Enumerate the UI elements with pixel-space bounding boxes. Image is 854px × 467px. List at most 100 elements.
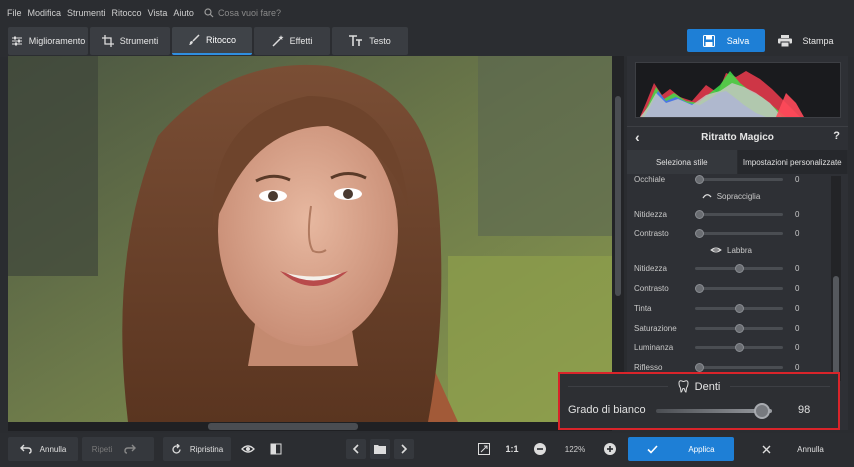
- actual-size-button[interactable]: 1:1: [500, 439, 524, 459]
- slider-row-nitidezza[interactable]: Nitidezza 0: [627, 261, 835, 275]
- slider-track[interactable]: [695, 342, 783, 352]
- compare-button[interactable]: [266, 439, 286, 459]
- next-image-button[interactable]: [394, 439, 414, 459]
- slider-value: 0: [795, 174, 800, 184]
- fit-screen-icon: [478, 443, 490, 455]
- panel-title: Ritratto Magico: [701, 132, 774, 143]
- slider-row-nitidezza[interactable]: Nitidezza 0: [627, 207, 835, 221]
- slider-row-luminanza[interactable]: Luminanza 0: [627, 340, 835, 354]
- compare-icon: [270, 443, 282, 455]
- check-icon: [647, 444, 658, 454]
- slider-knob[interactable]: [695, 209, 704, 219]
- slider-track[interactable]: [695, 209, 783, 219]
- tab-ritocco[interactable]: Ritocco: [172, 27, 252, 55]
- subtab-impostazioni-personalizzate[interactable]: Impostazioni personalizzate: [737, 150, 848, 174]
- slider-row-occhiale[interactable]: Occhiale 0: [627, 174, 835, 186]
- menu-modifica[interactable]: Modifica: [28, 8, 62, 18]
- section-label: Sopracciglia: [716, 191, 761, 201]
- scroll-thumb[interactable]: [615, 96, 621, 296]
- slider-track[interactable]: [695, 263, 783, 273]
- text-icon: [349, 35, 363, 46]
- slider-row-tinta[interactable]: Tinta 0: [627, 301, 835, 315]
- slider-knob[interactable]: [734, 342, 744, 352]
- undo-label: Annulla: [39, 444, 67, 454]
- slider-track[interactable]: [695, 174, 783, 184]
- slider-track[interactable]: [695, 283, 783, 293]
- slider-knob[interactable]: [754, 403, 770, 419]
- menu-bar: File Modifica Strumenti Ritocco Vista Ai…: [0, 0, 854, 25]
- slider-row-saturazione[interactable]: Saturazione 0: [627, 321, 835, 335]
- main-toolbar: Miglioramento Strumenti Ritocco Effetti …: [0, 25, 854, 57]
- tab-label: Ritocco: [205, 35, 236, 45]
- undo-button[interactable]: Annulla: [8, 437, 78, 461]
- slider-knob[interactable]: [695, 283, 704, 293]
- redo-label: Ripeti: [91, 444, 113, 454]
- panel-subtabs: Seleziona stile Impostazioni personalizz…: [627, 150, 848, 174]
- panel-vertical-scrollbar[interactable]: [831, 176, 841, 381]
- slider-track[interactable]: [656, 403, 772, 419]
- tab-miglioramento[interactable]: Miglioramento: [8, 27, 88, 55]
- slider-label: Grado di bianco: [568, 404, 646, 416]
- menu-aiuto[interactable]: Aiuto: [173, 8, 194, 18]
- tab-effetti[interactable]: Effetti: [254, 27, 330, 55]
- menu-search[interactable]: Cosa vuoi fare?: [204, 8, 281, 18]
- slider-value: 0: [795, 228, 800, 238]
- crop-icon: [101, 35, 114, 47]
- canvas-vertical-scrollbar[interactable]: [612, 56, 624, 422]
- back-arrow-icon[interactable]: ‹: [635, 129, 640, 145]
- zoom-out-button[interactable]: [530, 439, 550, 459]
- slider-knob[interactable]: [734, 303, 744, 313]
- tab-strumenti[interactable]: Strumenti: [90, 27, 170, 55]
- cancel-button[interactable]: Annulla: [740, 437, 846, 461]
- help-icon[interactable]: ?: [833, 130, 840, 142]
- slider-knob[interactable]: [695, 174, 704, 184]
- slider-knob[interactable]: [734, 263, 744, 273]
- section-label: Labbra: [727, 245, 752, 255]
- lips-icon: [710, 247, 722, 253]
- save-label: Salva: [726, 35, 750, 46]
- sliders-icon: [11, 36, 22, 46]
- menu-strumenti[interactable]: Strumenti: [67, 8, 106, 18]
- subtab-seleziona-stile[interactable]: Seleziona stile: [627, 150, 738, 174]
- eye-icon: [241, 445, 255, 453]
- zoom-in-button[interactable]: [600, 439, 620, 459]
- menu-ritocco[interactable]: Ritocco: [112, 8, 142, 18]
- scroll-thumb[interactable]: [833, 276, 839, 376]
- slider-row-contrasto[interactable]: Contrasto 0: [627, 226, 835, 240]
- search-placeholder: Cosa vuoi fare?: [217, 7, 281, 18]
- minus-circle-icon: [534, 443, 546, 455]
- slider-knob[interactable]: [695, 228, 704, 238]
- prev-image-button[interactable]: [346, 439, 366, 459]
- preview-eye-button[interactable]: [238, 439, 258, 459]
- fit-to-screen-button[interactable]: [474, 439, 494, 459]
- chevron-right-icon: [401, 444, 408, 454]
- slider-value: 98: [798, 404, 811, 416]
- menu-file[interactable]: File: [7, 8, 22, 18]
- print-button[interactable]: Stampa: [766, 29, 846, 52]
- zoom-level[interactable]: 122%: [555, 441, 595, 457]
- tab-label: Testo: [369, 36, 391, 46]
- scroll-thumb[interactable]: [208, 423, 358, 430]
- slider-track[interactable]: [695, 228, 783, 238]
- tab-testo[interactable]: Testo: [332, 27, 408, 55]
- slider-row-contrasto[interactable]: Contrasto 0: [627, 281, 835, 295]
- slider-knob[interactable]: [734, 323, 744, 333]
- save-button[interactable]: Salva: [687, 29, 765, 52]
- reset-button[interactable]: Ripristina: [163, 437, 231, 461]
- tooth-icon: [678, 380, 689, 393]
- slider-knob[interactable]: [695, 362, 704, 372]
- slider-track[interactable]: [695, 303, 783, 313]
- section-labbra: Labbra: [627, 243, 835, 257]
- portrait-photo: [8, 56, 612, 422]
- menu-vista[interactable]: Vista: [148, 8, 168, 18]
- canvas-horizontal-scrollbar[interactable]: [8, 422, 612, 431]
- photo-canvas[interactable]: [8, 56, 612, 422]
- apply-button[interactable]: Applica: [628, 437, 734, 461]
- magic-wand-icon: [272, 35, 284, 47]
- section-denti: Denti: [560, 380, 838, 393]
- slider-value: 0: [795, 263, 800, 273]
- slider-track[interactable]: [695, 323, 783, 333]
- open-folder-button[interactable]: [370, 439, 390, 459]
- redo-button[interactable]: Ripeti: [82, 437, 154, 461]
- slider-track[interactable]: [695, 362, 783, 372]
